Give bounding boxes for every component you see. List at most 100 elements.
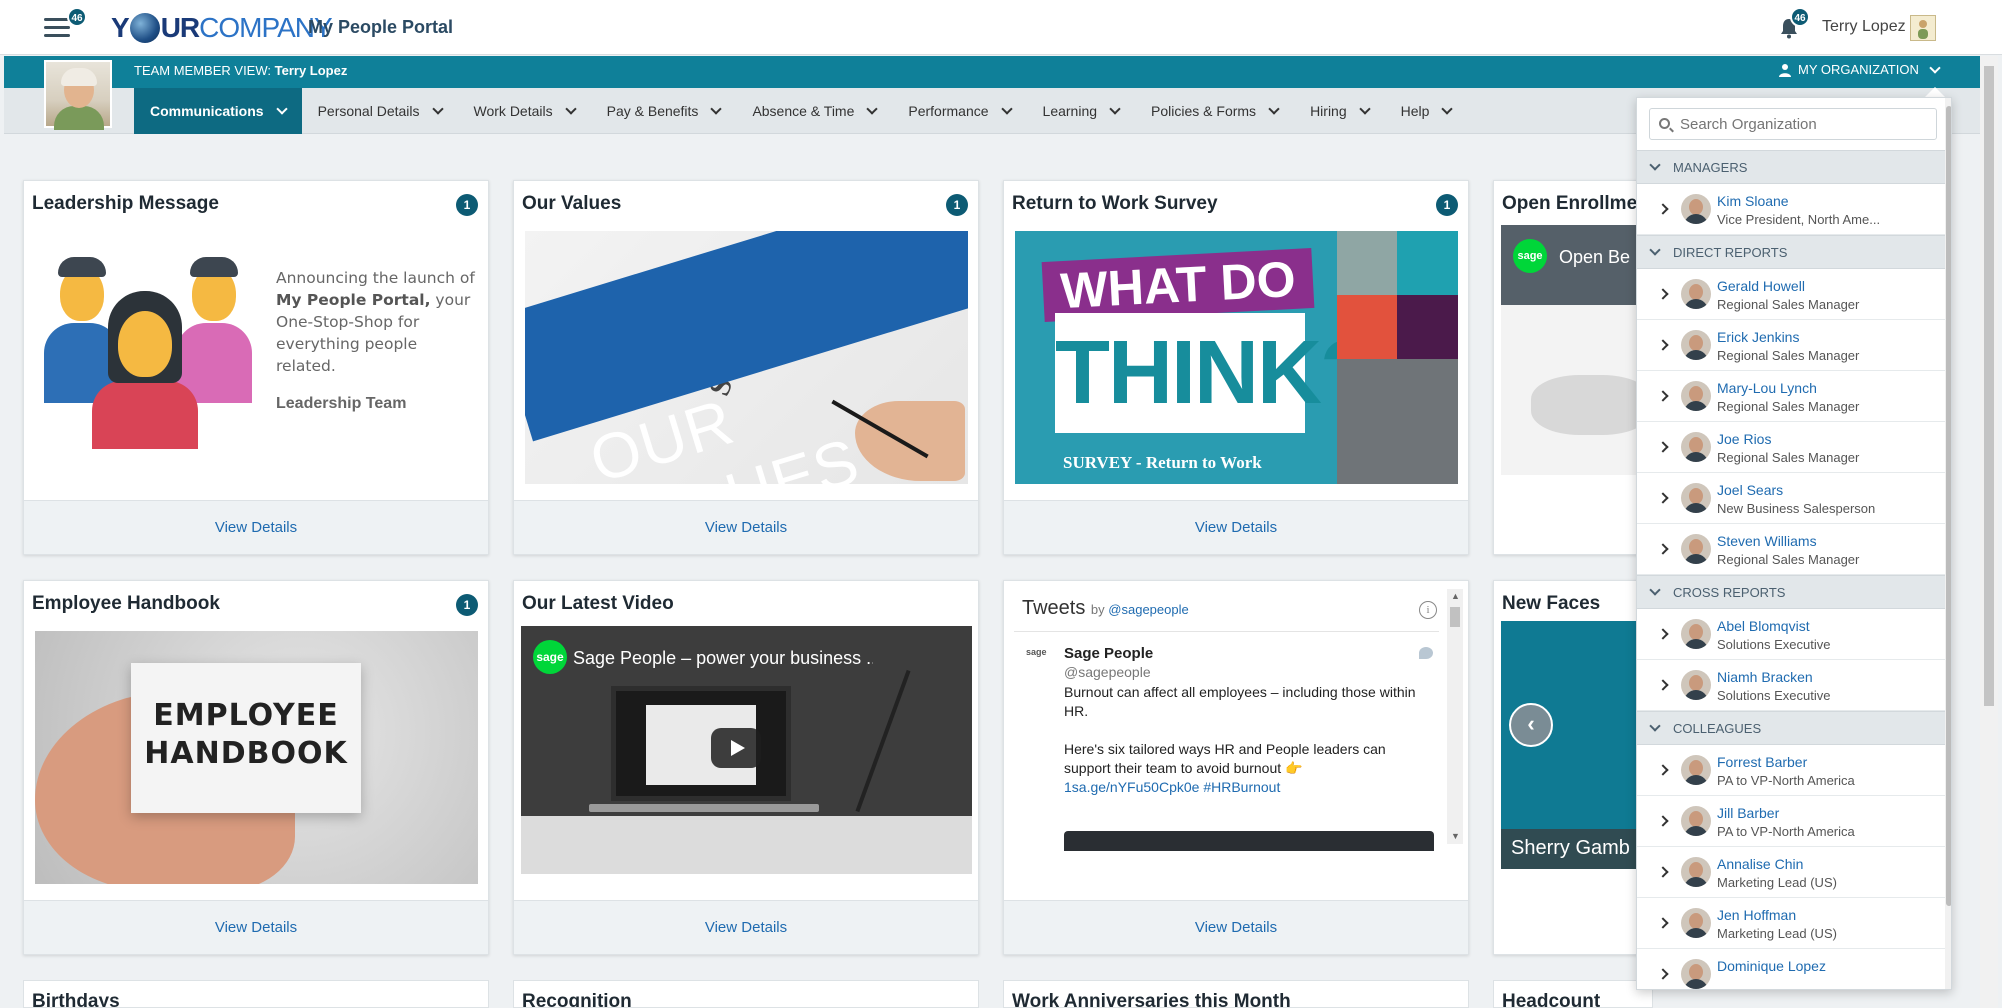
tab-work-details[interactable]: Work Details [458,88,591,134]
profile-photo[interactable] [44,60,112,130]
org-person-row[interactable]: Abel Blomqvist Solutions Executive [1637,609,1945,660]
our-values-image[interactable]: INTEGRITY VALUE STRATEGY OBJECTIVES OUR … [525,231,968,484]
chevron-left-icon[interactable]: ‹ [1509,703,1553,747]
sage-avatar-icon[interactable]: sage [1026,647,1047,657]
org-section-direct-reports[interactable]: DIRECT REPORTS [1637,235,1945,269]
tweets-scrollbar[interactable]: ▲ ▼ [1447,589,1463,844]
chevron-right-icon[interactable] [1657,679,1669,691]
chevron-right-icon[interactable] [1657,339,1669,351]
scroll-down-icon[interactable]: ▼ [1451,831,1460,841]
company-logo[interactable]: Y UR COMPANY [111,12,333,44]
latest-video-card: Our Latest Video sage Sage People – powe… [513,580,979,955]
chevron-right-icon[interactable] [1657,917,1669,929]
person-name-link[interactable]: Kim Sloane [1717,193,1789,209]
play-icon[interactable] [711,728,761,768]
chevron-right-icon[interactable] [1657,543,1669,555]
chevron-right-icon[interactable] [1657,288,1669,300]
handbook-image[interactable]: EMPLOYEE HANDBOOK [35,631,478,884]
person-name-link[interactable]: Erick Jenkins [1717,329,1799,345]
person-name-link[interactable]: Steven Williams [1717,533,1817,549]
twitter-bird-icon[interactable] [1419,647,1433,659]
tweet-image[interactable] [1064,831,1434,851]
user-name[interactable]: Terry Lopez [1822,18,1906,36]
person-name-link[interactable]: Mary-Lou Lynch [1717,380,1817,396]
chevron-right-icon[interactable] [1657,866,1669,878]
org-person-row[interactable]: Joel Sears New Business Salesperson [1637,473,1945,524]
person-name-link[interactable]: Joe Rios [1717,431,1771,447]
person-role: Solutions Executive [1717,688,1831,703]
page-scrollbar[interactable] [1980,56,1998,1008]
tab-personal-details[interactable]: Personal Details [302,88,458,134]
page-scroll-thumb[interactable] [1984,66,1994,706]
chevron-right-icon[interactable] [1657,390,1669,402]
tab-pay-benefits[interactable]: Pay & Benefits [591,88,737,134]
tweets-by: by [1090,602,1105,617]
org-person-row[interactable]: Gerald Howell Regional Sales Manager [1637,269,1945,320]
tweet-author-name[interactable]: Sage People [1064,645,1153,662]
org-person-row[interactable]: Erick Jenkins Regional Sales Manager [1637,320,1945,371]
person-name-link[interactable]: Jen Hoffman [1717,907,1796,923]
chevron-right-icon[interactable] [1657,968,1669,980]
person-name-link[interactable]: Jill Barber [1717,805,1779,821]
chevron-right-icon[interactable] [1657,203,1669,215]
org-person-row[interactable]: Steven Williams Regional Sales Manager [1637,524,1945,575]
tab-communications[interactable]: Communications [134,88,302,134]
org-person-row[interactable]: Dominique Lopez [1637,949,1945,989]
tab-learning[interactable]: Learning [1027,88,1136,134]
chevron-right-icon[interactable] [1657,441,1669,453]
person-role: Solutions Executive [1717,637,1831,652]
my-organization-button[interactable]: MY ORGANIZATION [1778,61,1941,77]
chevron-right-icon[interactable] [1657,764,1669,776]
info-icon[interactable]: i [1419,601,1437,619]
view-details-link[interactable]: View Details [215,919,297,936]
dropdown-scrollbar[interactable] [1945,98,1951,989]
org-section-managers[interactable]: MANAGERS [1637,150,1945,184]
chevron-right-icon[interactable] [1657,815,1669,827]
view-details-link[interactable]: View Details [705,519,787,536]
tab-policies-forms[interactable]: Policies & Forms [1135,88,1294,134]
view-details-link[interactable]: View Details [705,919,787,936]
person-name-link[interactable]: Abel Blomqvist [1717,618,1810,634]
tab-help[interactable]: Help [1385,88,1468,134]
chevron-down-icon [1268,103,1280,115]
person-name-link[interactable]: Dominique Lopez [1717,958,1826,974]
org-person-row[interactable]: Joe Rios Regional Sales Manager [1637,422,1945,473]
chevron-right-icon[interactable] [1657,628,1669,640]
person-name-link[interactable]: Annalise Chin [1717,856,1803,872]
person-name-link[interactable]: Forrest Barber [1717,754,1807,770]
dropdown-scroll-thumb[interactable] [1946,106,1951,906]
tweet-author-handle[interactable]: @sagepeople [1064,664,1151,680]
person-name-link[interactable]: Niamh Bracken [1717,669,1813,685]
view-details-link[interactable]: View Details [1195,919,1277,936]
user-avatar[interactable] [1910,15,1936,41]
org-person-row[interactable]: Mary-Lou Lynch Regional Sales Manager [1637,371,1945,422]
tweets-by-handle[interactable]: @sagepeople [1108,602,1188,617]
menu-icon[interactable] [44,18,70,38]
tab-hiring[interactable]: Hiring [1294,88,1385,134]
view-details-link[interactable]: View Details [1195,519,1277,536]
scroll-up-icon[interactable]: ▲ [1451,591,1460,601]
org-person-row[interactable]: Niamh Bracken Solutions Executive [1637,660,1945,711]
video-player[interactable]: sage Sage People – power your business .… [521,626,972,874]
notifications-badge: 46 [1790,7,1810,27]
tweet-link[interactable]: 1sa.ge/nYFu50Cpk0e #HRBurnout [1064,779,1280,795]
org-person-row[interactable]: Annalise Chin Marketing Lead (US) [1637,847,1945,898]
org-person-row[interactable]: Kim Sloane Vice President, North Ame... [1637,184,1945,235]
org-person-row[interactable]: Jen Hoffman Marketing Lead (US) [1637,898,1945,949]
survey-image[interactable]: WHAT DO YOU THINK? SURVEY - Return to Wo… [1015,231,1458,484]
org-section-cross-reports[interactable]: CROSS REPORTS [1637,575,1945,609]
card-badge: 1 [456,194,478,216]
org-person-row[interactable]: Forrest Barber PA to VP-North America [1637,745,1945,796]
person-name-link[interactable]: Joel Sears [1717,482,1783,498]
person-name-link[interactable]: Gerald Howell [1717,278,1805,294]
view-details-link[interactable]: View Details [215,519,297,536]
card-title: Headcount [1502,991,1601,1008]
search-organization-input[interactable] [1649,108,1937,140]
org-person-row[interactable]: Jill Barber PA to VP-North America [1637,796,1945,847]
open-enrollment-image[interactable]: sage Open Be [1501,225,1654,475]
tab-performance[interactable]: Performance [892,88,1026,134]
chevron-right-icon[interactable] [1657,492,1669,504]
tab-absence-time[interactable]: Absence & Time [736,88,892,134]
org-section-colleagues[interactable]: COLLEAGUES [1637,711,1945,745]
scroll-thumb[interactable] [1450,607,1460,627]
